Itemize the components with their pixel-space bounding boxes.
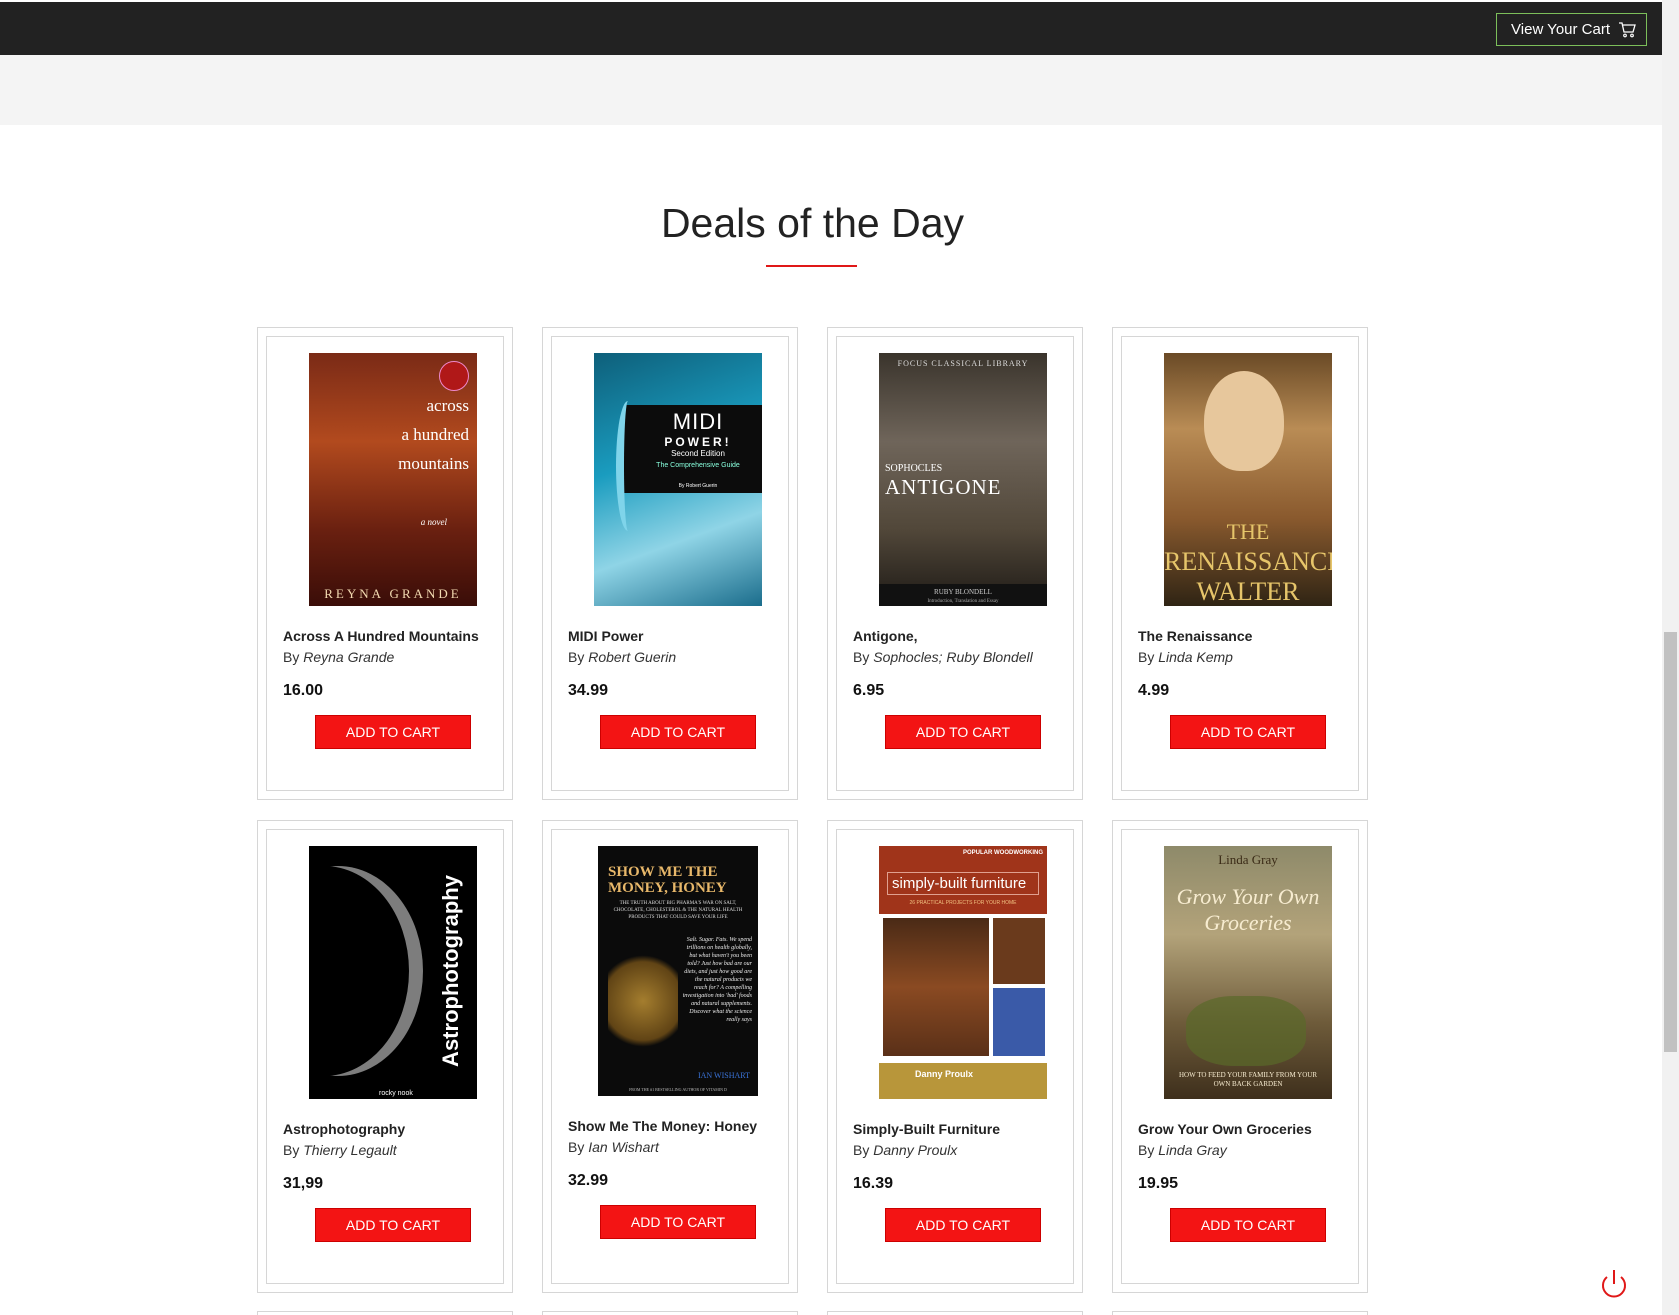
cover-text: THE xyxy=(1226,519,1270,544)
cover-text: THE TRUTH ABOUT BIG PHARMA'S WAR ON SALT… xyxy=(613,901,743,920)
product-card: THE RENAISSANCE WALTER PATER The Renaiss… xyxy=(1112,327,1368,800)
book-cover-image[interactable]: POPULAR WOODWORKING simply-built furnitu… xyxy=(879,846,1047,1099)
product-card: Astrophotography rocky nook Astrophotogr… xyxy=(257,820,513,1293)
book-title[interactable]: The Renaissance xyxy=(1138,628,1350,644)
book-author: By Thierry Legault xyxy=(283,1142,397,1158)
book-price: 19.95 xyxy=(1138,1175,1179,1192)
cover-text: MONEY, HONEY xyxy=(608,880,727,896)
add-to-cart-button[interactable]: ADD TO CART xyxy=(1170,1208,1326,1242)
book-cover-image[interactable]: across a hundred mountains a novel REYNA… xyxy=(309,353,477,606)
book-author: By Sophocles; Ruby Blondell xyxy=(853,649,1033,665)
back-to-top-icon[interactable] xyxy=(1597,1266,1631,1300)
cover-text: FROM THE #1 BESTSELLING AUTHOR OF VITAMI… xyxy=(629,1087,727,1092)
add-to-cart-button[interactable]: ADD TO CART xyxy=(1170,715,1326,749)
cover-text: 26 PRACTICAL PROJECTS FOR YOUR HOME xyxy=(909,900,1017,906)
book-cover-image[interactable]: SHOW ME THE MONEY, HONEY THE TRUTH ABOUT… xyxy=(598,846,758,1096)
book-cover-image[interactable]: THE RENAISSANCE WALTER PATER xyxy=(1164,353,1332,606)
book-title[interactable]: Antigone, xyxy=(853,628,1065,644)
cover-text: a hundred xyxy=(401,425,469,444)
cover-author: WALTER PATER xyxy=(1196,577,1300,606)
add-to-cart-button[interactable]: ADD TO CART xyxy=(885,715,1041,749)
view-cart-label: View Your Cart xyxy=(1511,21,1610,38)
product-card: FOCUS CLASSICAL LIBRARY SOPHOCLES ANTIGO… xyxy=(827,327,1083,800)
book-author: By Reyna Grande xyxy=(283,649,395,665)
view-cart-button[interactable]: View Your Cart xyxy=(1496,13,1647,46)
add-to-cart-button[interactable]: ADD TO CART xyxy=(600,1205,756,1239)
cover-text: simply-built furniture xyxy=(887,872,1039,895)
cover-author: REYNA GRANDE xyxy=(324,586,462,601)
scrollbar-thumb[interactable] xyxy=(1664,632,1677,1052)
cover-text: a novel xyxy=(420,517,447,527)
title-underline xyxy=(766,265,857,267)
book-price: 34.99 xyxy=(568,682,609,699)
cover-author: IAN WISHART xyxy=(697,1071,750,1080)
cover-author: RUBY BLONDELL xyxy=(934,588,992,596)
cover-text: mountains xyxy=(398,454,469,473)
cover-text: across xyxy=(426,396,469,415)
cover-text: RENAISSANCE xyxy=(1164,547,1332,576)
product-card: across a hundred mountains a novel REYNA… xyxy=(257,327,513,800)
cover-text: Grow Your Own xyxy=(1176,884,1320,909)
section-title: Deals of the Day xyxy=(660,200,965,246)
book-price: 31,99 xyxy=(283,1175,324,1192)
book-title[interactable]: Show Me The Money: Honey xyxy=(568,1118,780,1134)
book-author: By Linda Kemp xyxy=(1138,649,1233,665)
product-card: MIDI POWER! Second Edition The Comprehen… xyxy=(542,327,798,800)
book-author: By Robert Guerin xyxy=(568,649,677,665)
product-card: POPULAR WOODWORKING simply-built furnitu… xyxy=(827,820,1083,1293)
cover-text: Groceries xyxy=(1204,910,1292,935)
product-card: Linda Gray Grow Your Own Groceries HOW T… xyxy=(1112,820,1368,1293)
book-cover-image[interactable]: Linda Gray Grow Your Own Groceries HOW T… xyxy=(1164,846,1332,1099)
cover-text: SOPHOCLES xyxy=(885,463,943,474)
book-cover-image[interactable]: Astrophotography rocky nook xyxy=(309,846,477,1099)
cover-text: POPULAR WOODWORKING xyxy=(963,850,1043,856)
cover-author: Linda Gray xyxy=(1218,852,1278,867)
book-cover-image[interactable]: MIDI POWER! Second Edition The Comprehen… xyxy=(594,353,762,606)
cover-author: Danny Proulx xyxy=(915,1069,974,1079)
cover-text: FOCUS CLASSICAL LIBRARY xyxy=(897,359,1029,368)
page-scrollbar[interactable] xyxy=(1662,0,1679,1315)
cover-text: Astrophotography xyxy=(438,875,464,1067)
cover-text: MIDI xyxy=(672,409,724,434)
cover-text: SHOW ME THE xyxy=(608,864,718,880)
add-to-cart-button[interactable]: ADD TO CART xyxy=(315,715,471,749)
product-card: SHOW ME THE MONEY, HONEY THE TRUTH ABOUT… xyxy=(542,820,798,1293)
cover-text: HOW TO FEED YOUR FAMILY FROM YOUR OWN BA… xyxy=(1178,1071,1317,1088)
book-title[interactable]: MIDI Power xyxy=(568,628,780,644)
add-to-cart-button[interactable]: ADD TO CART xyxy=(600,715,756,749)
cover-text: Second Edition xyxy=(671,449,725,458)
cover-author: By Robert Guerin xyxy=(678,483,718,489)
book-title[interactable]: Grow Your Own Groceries xyxy=(1138,1121,1350,1137)
add-to-cart-button[interactable]: ADD TO CART xyxy=(885,1208,1041,1242)
add-to-cart-button[interactable]: ADD TO CART xyxy=(315,1208,471,1242)
cover-text: Introduction, Translation and Essay xyxy=(927,599,999,604)
shopping-cart-icon xyxy=(1618,21,1636,38)
book-price: 32.99 xyxy=(568,1172,609,1189)
cover-text: rocky nook xyxy=(379,1090,413,1097)
header-band xyxy=(0,55,1662,125)
top-nav-bar: View Your Cart xyxy=(0,2,1662,55)
book-price: 16.39 xyxy=(853,1175,894,1192)
cover-text: The Comprehensive Guide xyxy=(656,462,740,469)
book-title[interactable]: Simply-Built Furniture xyxy=(853,1121,1065,1137)
book-author: By Danny Proulx xyxy=(853,1142,958,1158)
cover-text: ANTIGONE xyxy=(885,475,1002,499)
book-price: 4.99 xyxy=(1138,682,1170,699)
book-price: 16.00 xyxy=(283,682,324,699)
book-author: By Linda Gray xyxy=(1138,1142,1227,1158)
book-cover-image[interactable]: FOCUS CLASSICAL LIBRARY SOPHOCLES ANTIGO… xyxy=(879,353,1047,606)
book-title[interactable]: Across A Hundred Mountains xyxy=(283,628,495,644)
cover-text: POWER! xyxy=(664,435,732,449)
book-author: By Ian Wishart xyxy=(568,1139,659,1155)
book-price: 6.95 xyxy=(853,682,885,699)
cover-text: Salt. Sugar. Fats. We spend trillions on… xyxy=(682,937,752,1023)
book-title[interactable]: Astrophotography xyxy=(283,1121,495,1137)
